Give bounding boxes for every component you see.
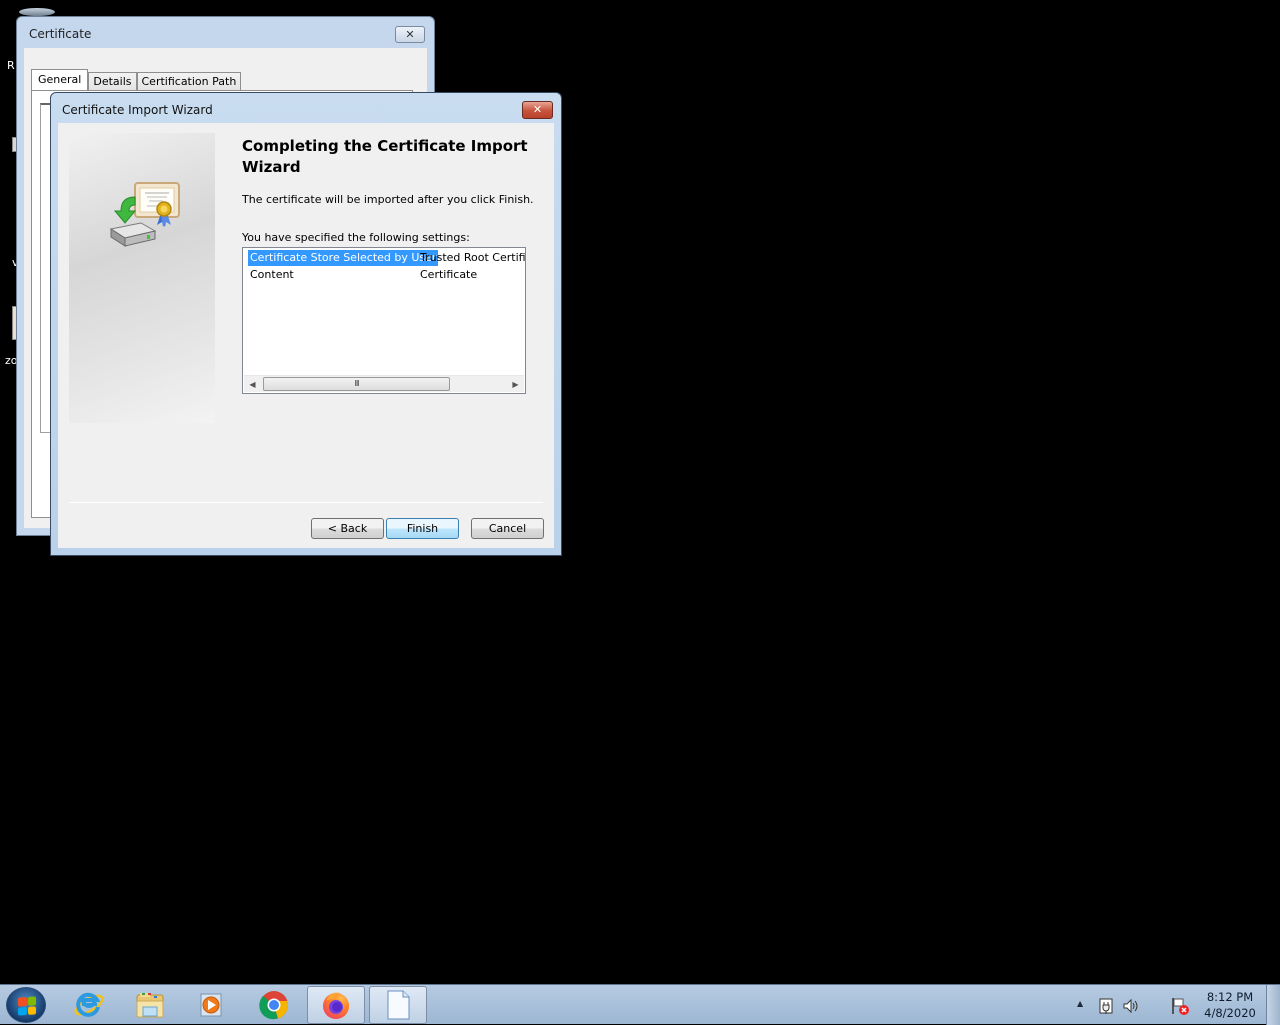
- tab-certification-path[interactable]: Certification Path: [136, 72, 242, 91]
- scrollbar-thumb[interactable]: III: [263, 377, 450, 391]
- media-player-icon: [200, 993, 222, 1017]
- horizontal-scrollbar[interactable]: ◀ III ▶: [244, 375, 524, 392]
- back-button[interactable]: < Back: [311, 518, 384, 539]
- wizard-client: Completing the Certificate Import Wizard…: [58, 123, 554, 548]
- list-item[interactable]: Certificate Store Selected by User Trust…: [248, 250, 526, 266]
- setting-value: Trusted Root Certification Authorities: [420, 251, 526, 264]
- chrome-icon: [259, 991, 289, 1020]
- setting-name: Content: [250, 268, 294, 281]
- scroll-left-icon[interactable]: ◀: [244, 376, 261, 393]
- taskbar-windows-explorer[interactable]: [121, 986, 179, 1024]
- start-button[interactable]: [6, 987, 46, 1023]
- taskbar-media-player[interactable]: [182, 986, 240, 1024]
- close-button[interactable]: ✕: [395, 26, 425, 43]
- window-title: Certificate: [29, 27, 92, 41]
- close-button[interactable]: ✕: [522, 101, 553, 119]
- windows-logo-icon: [18, 996, 36, 1016]
- certificate-import-icon: [109, 182, 180, 247]
- tab-strip: General Details Certification Path: [31, 69, 242, 91]
- divider: [69, 502, 543, 503]
- internet-explorer-icon: [74, 992, 104, 1017]
- firefox-icon: [323, 992, 349, 1019]
- wizard-heading: Completing the Certificate Import Wizard: [242, 137, 528, 176]
- clock[interactable]: 8:12 PM 4/8/2020: [1200, 989, 1260, 1021]
- taskbar-firefox[interactable]: [307, 986, 365, 1024]
- taskbar-chrome[interactable]: [245, 986, 303, 1024]
- clock-time: 8:12 PM: [1206, 990, 1254, 1004]
- tab-general[interactable]: General: [31, 69, 89, 91]
- folder-icon: [136, 993, 164, 1018]
- window-title: Certificate Import Wizard: [62, 103, 213, 117]
- settings-label: You have specified the following setting…: [242, 231, 470, 244]
- blank-document-icon: [387, 990, 410, 1020]
- taskbar-internet-explorer[interactable]: [60, 986, 118, 1024]
- cancel-button[interactable]: Cancel: [471, 518, 544, 539]
- show-desktop-button[interactable]: [1266, 985, 1280, 1025]
- scroll-right-icon[interactable]: ▶: [507, 376, 524, 393]
- settings-list[interactable]: Certificate Store Selected by User Trust…: [242, 247, 526, 394]
- list-item[interactable]: Content Certificate: [248, 267, 525, 283]
- close-icon: ✕: [532, 103, 543, 116]
- wizard-description: The certificate will be imported after y…: [242, 193, 534, 206]
- show-hidden-icons-button[interactable]: ▲: [1077, 999, 1083, 1008]
- action-center-flag-icon[interactable]: [1170, 996, 1190, 1016]
- tab-details[interactable]: Details: [88, 72, 137, 91]
- power-plug-icon[interactable]: [1098, 997, 1116, 1015]
- close-icon: ✕: [405, 28, 415, 41]
- setting-value: Certificate: [420, 268, 478, 281]
- clock-date: 4/8/2020: [1204, 1006, 1256, 1020]
- taskbar-document[interactable]: [369, 986, 427, 1024]
- volume-icon[interactable]: [1122, 997, 1140, 1015]
- desktop-icon-fragment[interactable]: [19, 8, 55, 16]
- taskbar: ▲ 8:12 PM 4/8/2020: [0, 984, 1280, 1025]
- setting-name: Certificate Store Selected by User: [248, 250, 439, 266]
- desktop-icon-label-fragment[interactable]: R: [7, 59, 15, 72]
- finish-button[interactable]: Finish: [386, 518, 459, 539]
- wizard-side-panel: [69, 133, 215, 423]
- certificate-import-wizard: Certificate Import Wizard ✕ Completing t…: [50, 92, 562, 556]
